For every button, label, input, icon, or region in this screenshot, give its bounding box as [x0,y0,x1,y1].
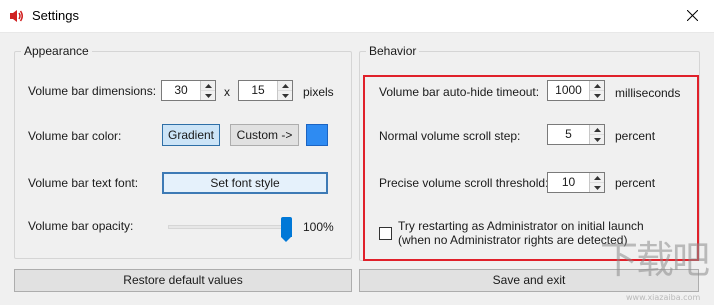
normal-step-up-arrow[interactable] [590,125,604,135]
watermark-url: www.xiazaiba.com [626,293,701,302]
precise-down-arrow[interactable] [590,183,604,192]
precise-up-arrow[interactable] [590,173,604,183]
settings-client-area: Appearance Volume bar dimensions: 30 x 1… [0,32,714,305]
speaker-icon [10,10,23,22]
normal-step-label: Normal volume scroll step: [379,129,521,143]
autohide-down-arrow[interactable] [590,91,604,100]
color-label: Volume bar color: [28,129,122,143]
watermark-logo: 下载吧 [600,238,710,282]
autohide-stepper[interactable]: 1000 [547,80,605,101]
precise-label: Precise volume scroll threshold: [379,176,549,190]
chevron-down-icon [593,185,601,190]
chevron-down-icon [593,93,601,98]
dimensions-unit: pixels [303,85,334,99]
chevron-down-icon [281,93,289,98]
precise-unit: percent [615,176,656,190]
chevron-up-icon [593,83,601,88]
normal-step-unit: percent [615,129,656,143]
behavior-group-title: Behavior [366,44,420,58]
chevron-up-icon [593,175,601,180]
custom-color-button[interactable]: Custom -> [230,124,299,146]
opacity-value: 100% [303,220,334,234]
autohide-value[interactable]: 1000 [548,81,589,100]
height-stepper[interactable]: 15 [238,80,293,101]
dimensions-separator: x [224,85,230,99]
opacity-label: Volume bar opacity: [28,219,134,233]
width-value[interactable]: 30 [162,81,200,100]
appearance-group-title: Appearance [21,44,92,58]
chevron-up-icon [593,127,601,132]
admin-checkbox[interactable] [379,227,392,240]
admin-checkbox-label-line2[interactable]: (when no Administrator rights are detect… [398,233,627,247]
window-title: Settings [32,8,79,23]
close-button[interactable] [670,0,714,30]
chevron-down-icon [593,137,601,142]
font-label: Volume bar text font: [28,176,139,190]
width-up-arrow[interactable] [201,81,215,91]
chevron-up-icon [281,83,289,88]
normal-step-stepper[interactable]: 5 [547,124,605,145]
dimensions-label: Volume bar dimensions: [28,84,157,98]
width-down-arrow[interactable] [201,91,215,100]
height-down-arrow[interactable] [278,91,292,100]
height-value[interactable]: 15 [239,81,277,100]
title-bar: Settings [0,0,714,32]
normal-step-down-arrow[interactable] [590,135,604,144]
autohide-up-arrow[interactable] [590,81,604,91]
autohide-label: Volume bar auto-hide timeout: [379,85,540,99]
autohide-unit: milliseconds [615,86,681,100]
set-font-style-button[interactable]: Set font style [162,172,328,194]
chevron-up-icon [204,83,212,88]
color-swatch[interactable] [306,124,328,146]
chevron-down-icon [204,93,212,98]
width-stepper[interactable]: 30 [161,80,216,101]
height-up-arrow[interactable] [278,81,292,91]
gradient-button[interactable]: Gradient [162,124,220,146]
normal-step-value[interactable]: 5 [548,125,589,144]
opacity-slider-thumb[interactable] [281,217,292,242]
precise-stepper[interactable]: 10 [547,172,605,193]
opacity-slider-track[interactable] [168,225,292,229]
close-icon [686,9,698,21]
precise-value[interactable]: 10 [548,173,589,192]
restore-defaults-button[interactable]: Restore default values [14,269,352,292]
